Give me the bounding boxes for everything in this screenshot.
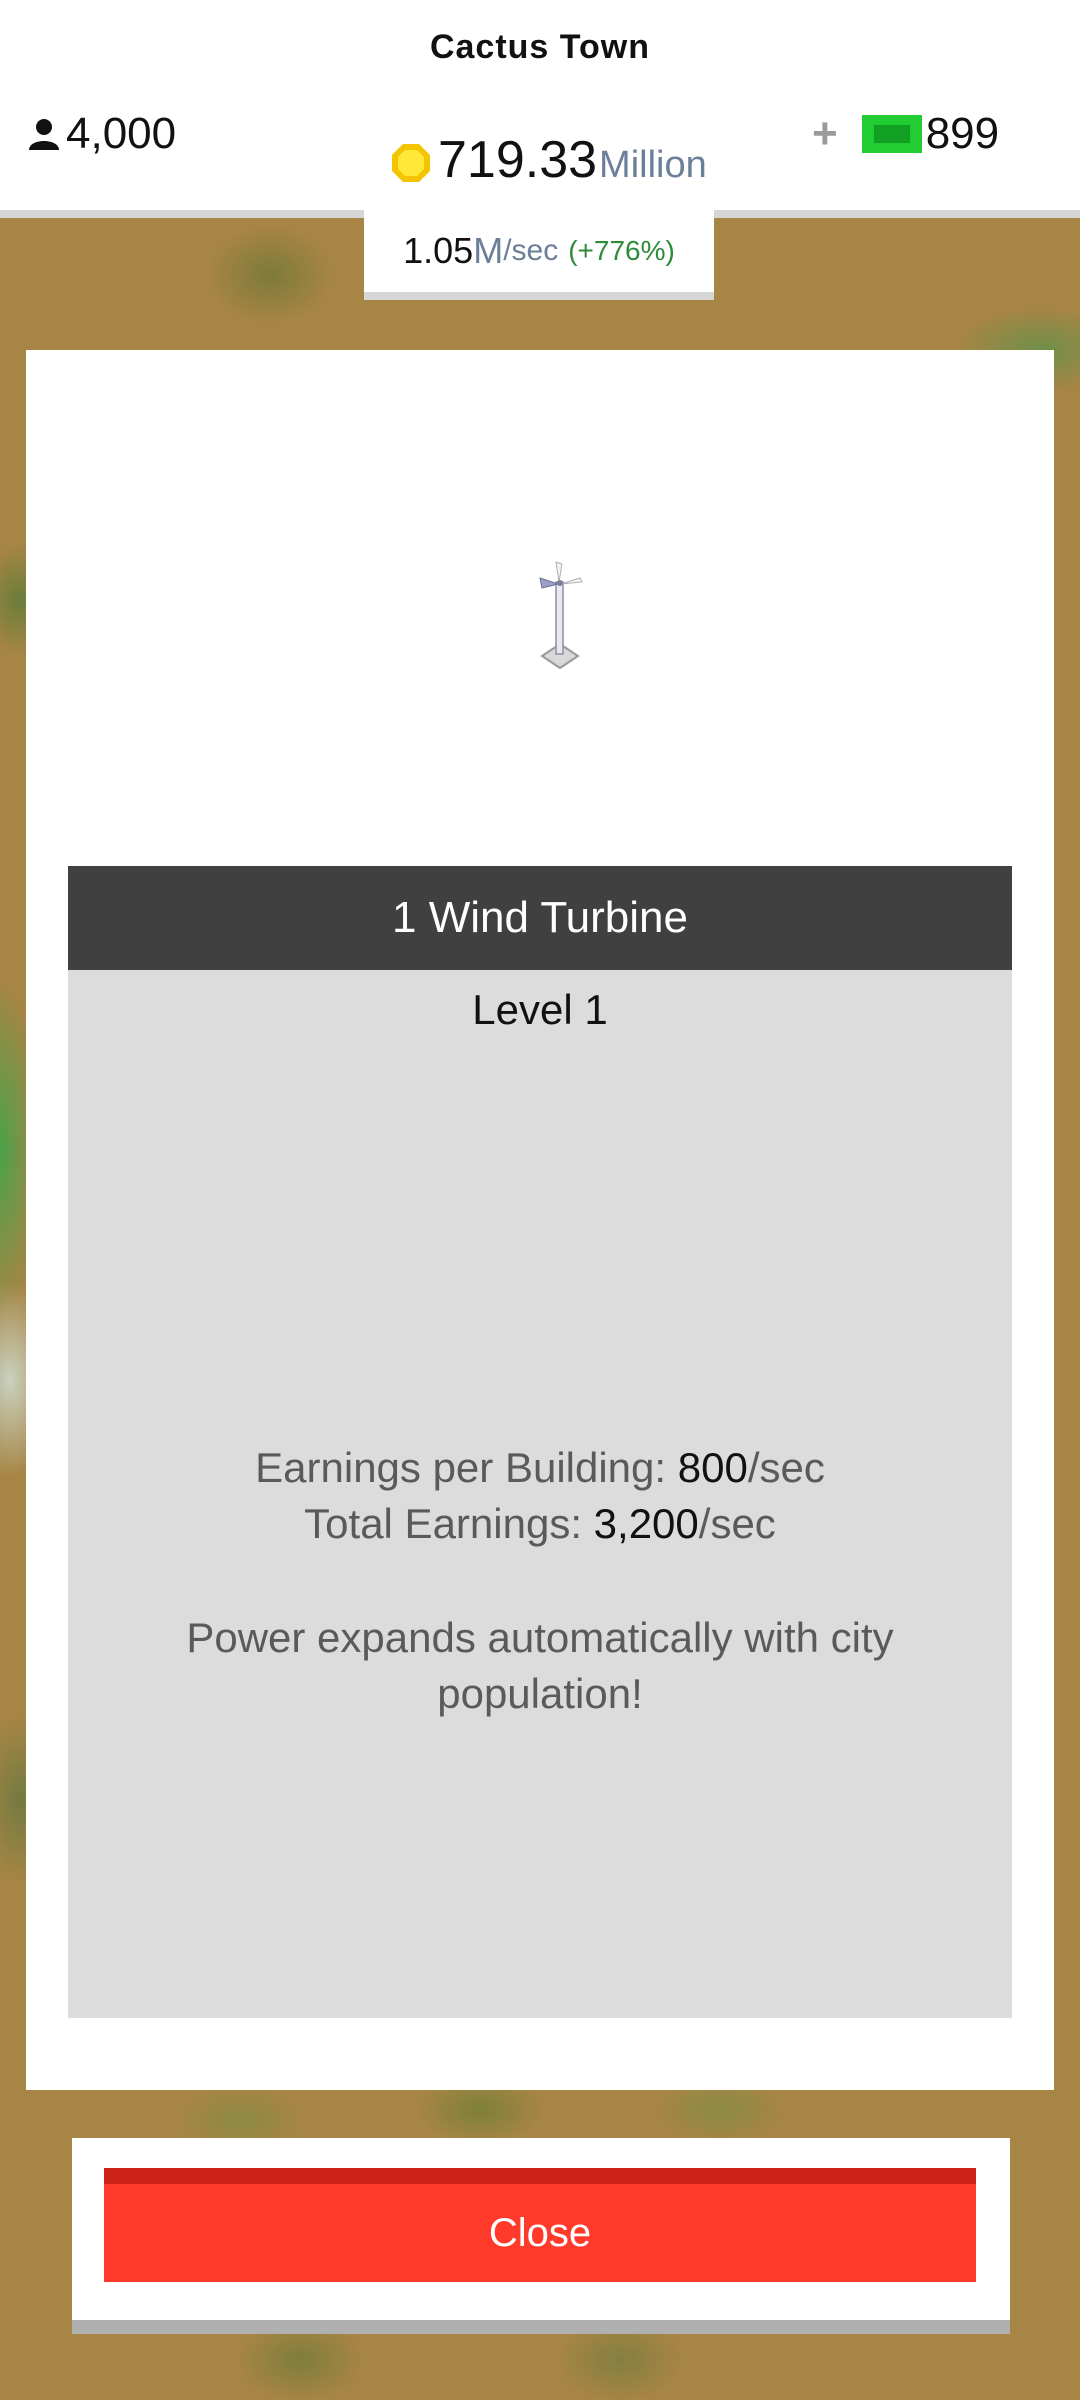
close-button[interactable]: Close xyxy=(104,2168,976,2282)
building-info-panel: Level 1 Earnings per Building: 800/sec T… xyxy=(68,970,1012,2018)
wind-turbine-icon xyxy=(534,560,614,670)
cash-display: + 899 xyxy=(812,106,999,162)
total-earnings: Total Earnings: 3,200/sec xyxy=(68,1500,1012,1548)
population-value: 4,000 xyxy=(66,109,177,158)
coins-display: 719.33 Million xyxy=(390,130,707,196)
town-name: Cactus Town xyxy=(429,28,651,66)
cash-value: 899 xyxy=(925,109,1000,158)
power-note: Power expands automatically with city po… xyxy=(186,1614,894,1717)
close-card: Close xyxy=(72,2138,1010,2334)
rate-unit: M xyxy=(473,230,504,271)
population-display: 4,000 xyxy=(26,106,176,162)
buy-cash-button[interactable]: + xyxy=(812,109,838,159)
earnings-per-building-label: Earnings per Building: xyxy=(255,1444,678,1491)
total-earnings-value: 3,200 xyxy=(593,1500,699,1547)
coins-unit: Million xyxy=(599,144,707,186)
person-icon xyxy=(26,116,62,152)
rate-per: /sec xyxy=(503,234,559,267)
top-bar: Cactus Town 4,000 719.33 Million + 899 xyxy=(0,0,1080,218)
building-title: 1 Wind Turbine xyxy=(68,866,1012,970)
coin-icon xyxy=(390,142,432,184)
total-earnings-label: Total Earnings: xyxy=(304,1500,594,1547)
rate-value: 1.05 xyxy=(403,230,474,271)
earnings-per-building: Earnings per Building: 800/sec xyxy=(68,1444,1012,1492)
earnings-per-building-unit: /sec xyxy=(747,1444,825,1491)
rate-change: (+776%) xyxy=(568,235,675,266)
income-rate-tab: 1.05 M/sec (+776%) xyxy=(364,210,714,300)
cash-icon xyxy=(861,113,922,155)
earnings-per-building-value: 800 xyxy=(677,1444,748,1491)
coins-value: 719.33 xyxy=(438,131,598,189)
total-earnings-unit: /sec xyxy=(698,1500,776,1547)
building-info-dialog: 1 Wind Turbine Level 1 Earnings per Buil… xyxy=(26,350,1054,2090)
building-level: Level 1 xyxy=(472,986,608,1033)
